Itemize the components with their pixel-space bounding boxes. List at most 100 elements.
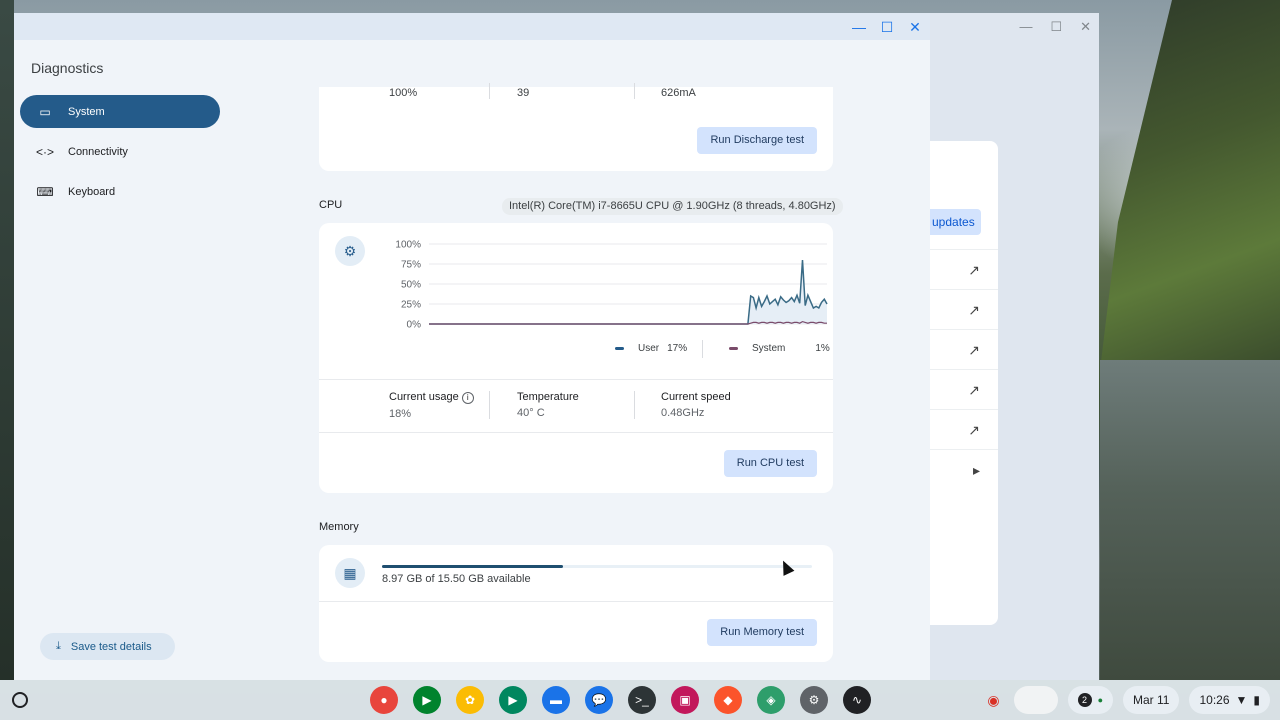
current-speed-label: Current speed [661, 391, 731, 403]
current-speed-stat: Current speed 0.48GHz [661, 391, 731, 419]
memory-available-text: 8.97 GB of 15.50 GB available [382, 573, 531, 585]
sidebar-item-label: System [68, 105, 105, 118]
maximize-button[interactable]: ☐ [880, 20, 894, 34]
divider [319, 379, 833, 380]
bg-maximize-button[interactable]: ☐ [1050, 19, 1062, 35]
bg-link-row[interactable]: ↗ [930, 369, 998, 409]
open-external-icon[interactable]: ↗ [968, 422, 980, 439]
record-icon: ◉ [987, 691, 1000, 708]
sidebar-nav: ▭ System <·> Connectivity ⌨ Keyboard [20, 95, 220, 215]
battery-icon: ▮ [1253, 693, 1260, 707]
bg-link-row[interactable]: ↗ [930, 409, 998, 449]
connectivity-icon: <·> [36, 144, 55, 159]
bg-link-row[interactable]: ↗ [930, 289, 998, 329]
user-legend-label: User [638, 343, 660, 354]
brave-icon[interactable]: ◆ [714, 686, 742, 714]
status-tray: ◉ 2 ● Mar 11 10:26 ▼ ▮ [983, 686, 1270, 714]
bg-link-row[interactable]: ↗ [930, 249, 998, 289]
sidebar-item-keyboard[interactable]: ⌨ Keyboard [20, 175, 220, 208]
cpu-model-chip: Intel(R) Core(TM) i7-8665U CPU @ 1.90GHz… [502, 198, 843, 215]
temperature-stat: Temperature 40° C [517, 391, 579, 419]
open-external-icon[interactable]: ↗ [968, 342, 980, 359]
bg-link-row[interactable]: ↗ [930, 329, 998, 369]
chrome-icon[interactable]: ● [370, 686, 398, 714]
temperature-label: Temperature [517, 391, 579, 403]
divider [319, 601, 833, 602]
check-updates-button[interactable]: updates [930, 209, 981, 235]
temperature-value: 40° C [517, 407, 545, 419]
photos-icon[interactable]: ✿ [456, 686, 484, 714]
battery-charge-value: 100% [389, 87, 418, 99]
user-legend-value: 17% [667, 343, 688, 354]
bg-minimize-button[interactable]: — [1019, 19, 1032, 34]
divider [634, 83, 635, 99]
user-legend-swatch [615, 347, 624, 350]
open-external-icon[interactable]: ↗ [968, 262, 980, 279]
run-memory-test-button[interactable]: Run Memory test [707, 619, 817, 646]
cpu-chip-icon: ⚙ [335, 236, 365, 266]
cpu-card: ⚙ 100% 75% 50% 25% 0% User 17% System 1% Cur… [319, 223, 833, 493]
close-button[interactable]: ✕ [908, 20, 922, 34]
wifi-icon: ▼ [1235, 693, 1248, 707]
window-titlebar: — ☐ ✕ [14, 13, 930, 40]
bg-window-titlebar: — ☐ ✕ [930, 13, 1099, 40]
app-icon-pink[interactable]: ▣ [671, 686, 699, 714]
run-discharge-test-button[interactable]: Run Discharge test [697, 127, 817, 154]
open-external-icon[interactable]: ↗ [968, 302, 980, 319]
bg-settings-card: updates ↗ ↗ ↗ ↗ ↗ ▸ [930, 141, 998, 625]
bg-close-button[interactable]: ✕ [1080, 19, 1091, 35]
meet-icon[interactable]: ▶ [413, 686, 441, 714]
user-series-area [429, 260, 827, 324]
download-icon: ⤓ [56, 640, 61, 652]
battery-current-value: 626mA [661, 87, 696, 99]
y-tick-label: 100% [395, 240, 421, 251]
app-title: Diagnostics [31, 60, 104, 76]
wallpaper-cliff [1100, 0, 1280, 370]
memory-section-title: Memory [319, 521, 359, 533]
current-usage-value: 18% [389, 408, 412, 420]
system-legend-label: System [752, 343, 786, 354]
terminal-icon[interactable]: >_ [628, 686, 656, 714]
divider [702, 340, 703, 358]
app-icon-green[interactable]: ◈ [757, 686, 785, 714]
laptop-icon: ▭ [39, 104, 51, 119]
memory-usage-fill [382, 565, 563, 568]
chevron-right-icon[interactable]: ▸ [973, 462, 980, 479]
launcher-button[interactable] [12, 692, 28, 708]
files-icon[interactable]: ▬ [542, 686, 570, 714]
cpu-section-title: CPU [319, 199, 343, 211]
divider [489, 83, 490, 99]
current-usage-label: Current usage [389, 391, 459, 403]
background-window[interactable]: — ☐ ✕ updates ↗ ↗ ↗ ↗ ↗ ▸ [930, 13, 1099, 680]
keyboard-icon: ⌨ [36, 184, 54, 199]
status-area[interactable]: 10:26 ▼ ▮ [1189, 686, 1270, 714]
notification-count-badge: 2 [1077, 693, 1092, 707]
screen-record-indicator[interactable]: ◉ [983, 686, 1003, 714]
legend-system: System 1% [729, 343, 830, 354]
diagnostics-icon[interactable]: ∿ [843, 686, 871, 714]
current-speed-value: 0.48GHz [661, 407, 705, 419]
play-store-icon[interactable]: ▶ [499, 686, 527, 714]
settings-icon[interactable]: ⚙ [800, 686, 828, 714]
open-external-icon[interactable]: ↗ [968, 382, 980, 399]
messages-icon[interactable]: 💬 [585, 686, 613, 714]
date-tray[interactable]: Mar 11 [1123, 686, 1180, 714]
sidebar-item-label: Keyboard [68, 185, 116, 198]
system-legend-swatch [729, 347, 738, 350]
current-usage-stat: Current usage i 18% [389, 391, 474, 420]
legend-user: User 17% [615, 343, 687, 354]
memory-usage-bar [382, 565, 812, 568]
divider [319, 432, 833, 433]
save-test-details-button[interactable]: ⤓ Save test details [40, 633, 175, 660]
save-test-details-label: Save test details [70, 640, 152, 653]
sidebar-item-system[interactable]: ▭ System [20, 95, 220, 128]
shelf: ● ▶ ✿ ▶ ▬ 💬 >_ ▣ ◆ ◈ ⚙ ∿ ◉ 2 ● Mar 11 10:26 ▼ ▮ [0, 680, 1280, 720]
notification-tray[interactable]: 2 ● [1067, 686, 1113, 714]
info-icon[interactable]: i [461, 392, 474, 404]
minimize-button[interactable]: — [852, 20, 866, 34]
notification-dot-icon: ● [1097, 695, 1103, 705]
bg-link-row[interactable]: ▸ [930, 449, 998, 489]
holding-space-button[interactable] [1013, 686, 1058, 714]
sidebar-item-connectivity[interactable]: <·> Connectivity [20, 135, 220, 168]
run-cpu-test-button[interactable]: Run CPU test [723, 450, 817, 477]
